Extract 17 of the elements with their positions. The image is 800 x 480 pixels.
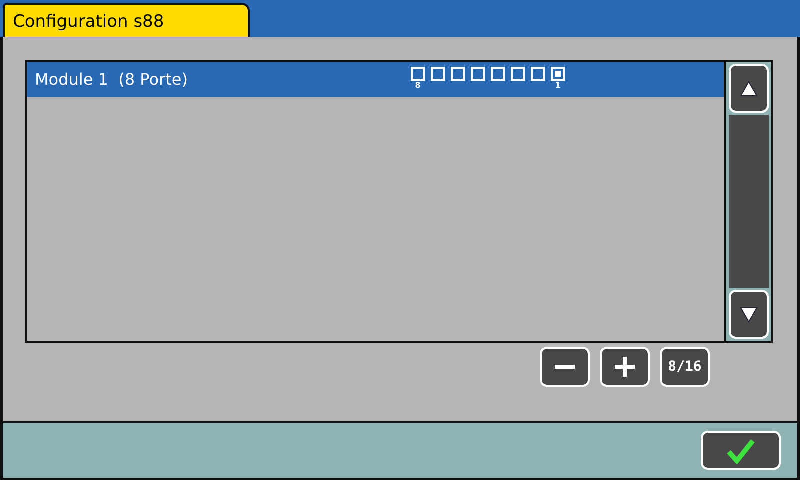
- scroll-track[interactable]: [728, 115, 768, 288]
- up-triangle-icon: [740, 80, 758, 96]
- port-number: 1: [555, 81, 561, 91]
- check-icon: [727, 438, 755, 464]
- remove-button[interactable]: [540, 347, 590, 387]
- module-label: Module 1 (8 Porte): [35, 70, 189, 89]
- tab[interactable]: Configuration s88: [3, 3, 250, 37]
- add-button[interactable]: [600, 347, 650, 387]
- minus-icon: [555, 365, 575, 369]
- scroll-up-button[interactable]: [728, 64, 768, 113]
- down-triangle-icon: [740, 306, 758, 322]
- port-number: 8: [415, 81, 421, 91]
- module-row[interactable]: Module 1 (8 Porte) 8 1: [27, 62, 724, 97]
- plus-icon: [615, 357, 635, 377]
- scroll-down-button[interactable]: [728, 290, 768, 339]
- count-button[interactable]: 8/16: [660, 347, 710, 387]
- confirm-button[interactable]: [701, 431, 781, 470]
